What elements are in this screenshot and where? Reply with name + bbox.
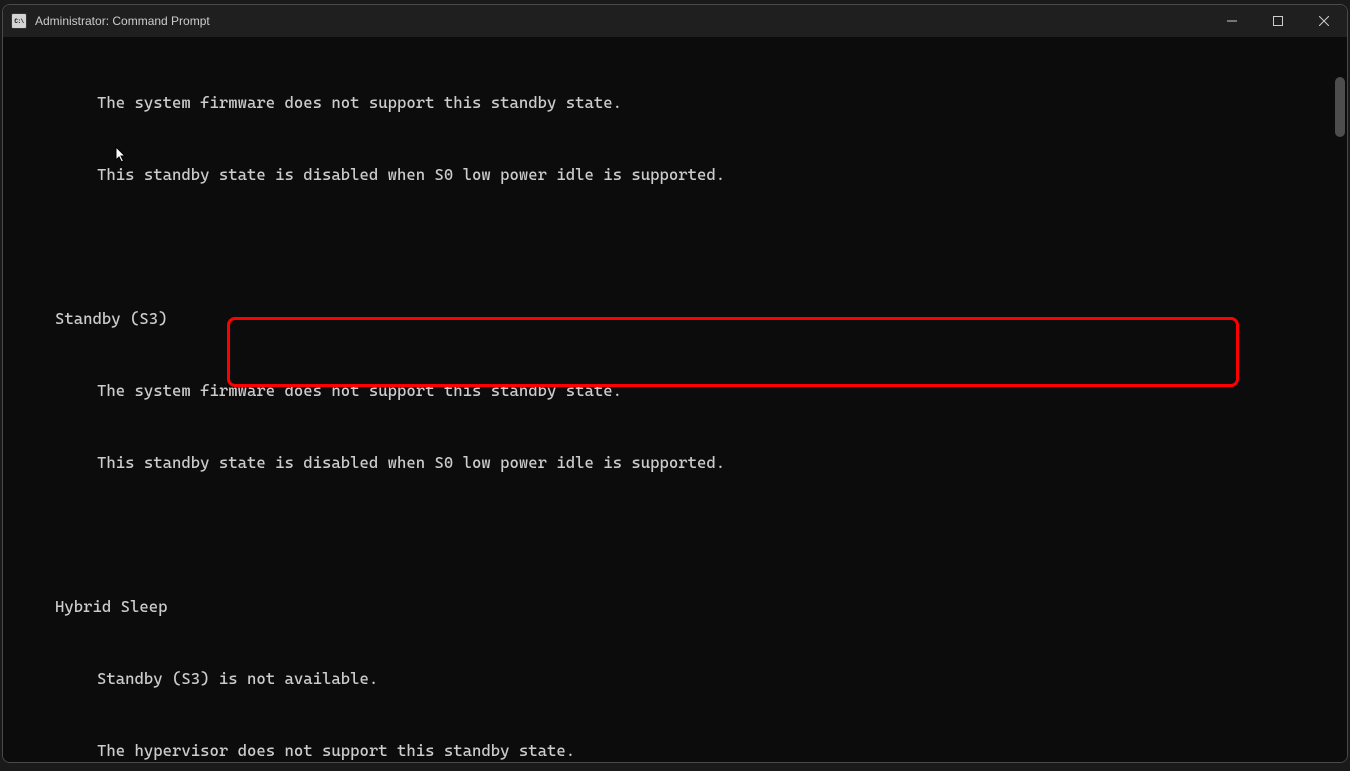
- minimize-button[interactable]: [1209, 5, 1255, 37]
- output-line: This standby state is disabled when S0 l…: [3, 163, 1333, 187]
- blank-line: [3, 523, 1333, 547]
- section-header: Hybrid Sleep: [3, 595, 1333, 619]
- app-icon: C:\: [11, 13, 27, 29]
- output-line: This standby state is disabled when S0 l…: [3, 451, 1333, 475]
- close-icon: [1319, 16, 1329, 26]
- window-title: Administrator: Command Prompt: [35, 14, 1209, 28]
- maximize-button[interactable]: [1255, 5, 1301, 37]
- titlebar[interactable]: C:\ Administrator: Command Prompt: [3, 5, 1347, 37]
- command-prompt-window: C:\ Administrator: Command Prompt The sy…: [2, 4, 1348, 763]
- scrollbar-thumb[interactable]: [1335, 77, 1345, 137]
- output-line: The hypervisor does not support this sta…: [3, 739, 1333, 762]
- window-controls: [1209, 5, 1347, 37]
- blank-line: [3, 235, 1333, 259]
- maximize-icon: [1273, 16, 1283, 26]
- minimize-icon: [1227, 16, 1237, 26]
- app-icon-text: C:\: [14, 18, 23, 25]
- scrollbar[interactable]: [1333, 37, 1347, 762]
- close-button[interactable]: [1301, 5, 1347, 37]
- output-line: The system firmware does not support thi…: [3, 91, 1333, 115]
- terminal-content: The system firmware does not support thi…: [3, 43, 1333, 762]
- output-line: The system firmware does not support thi…: [3, 379, 1333, 403]
- output-line: Standby (S3) is not available.: [3, 667, 1333, 691]
- terminal-area[interactable]: The system firmware does not support thi…: [3, 37, 1347, 762]
- section-header: Standby (S3): [3, 307, 1333, 331]
